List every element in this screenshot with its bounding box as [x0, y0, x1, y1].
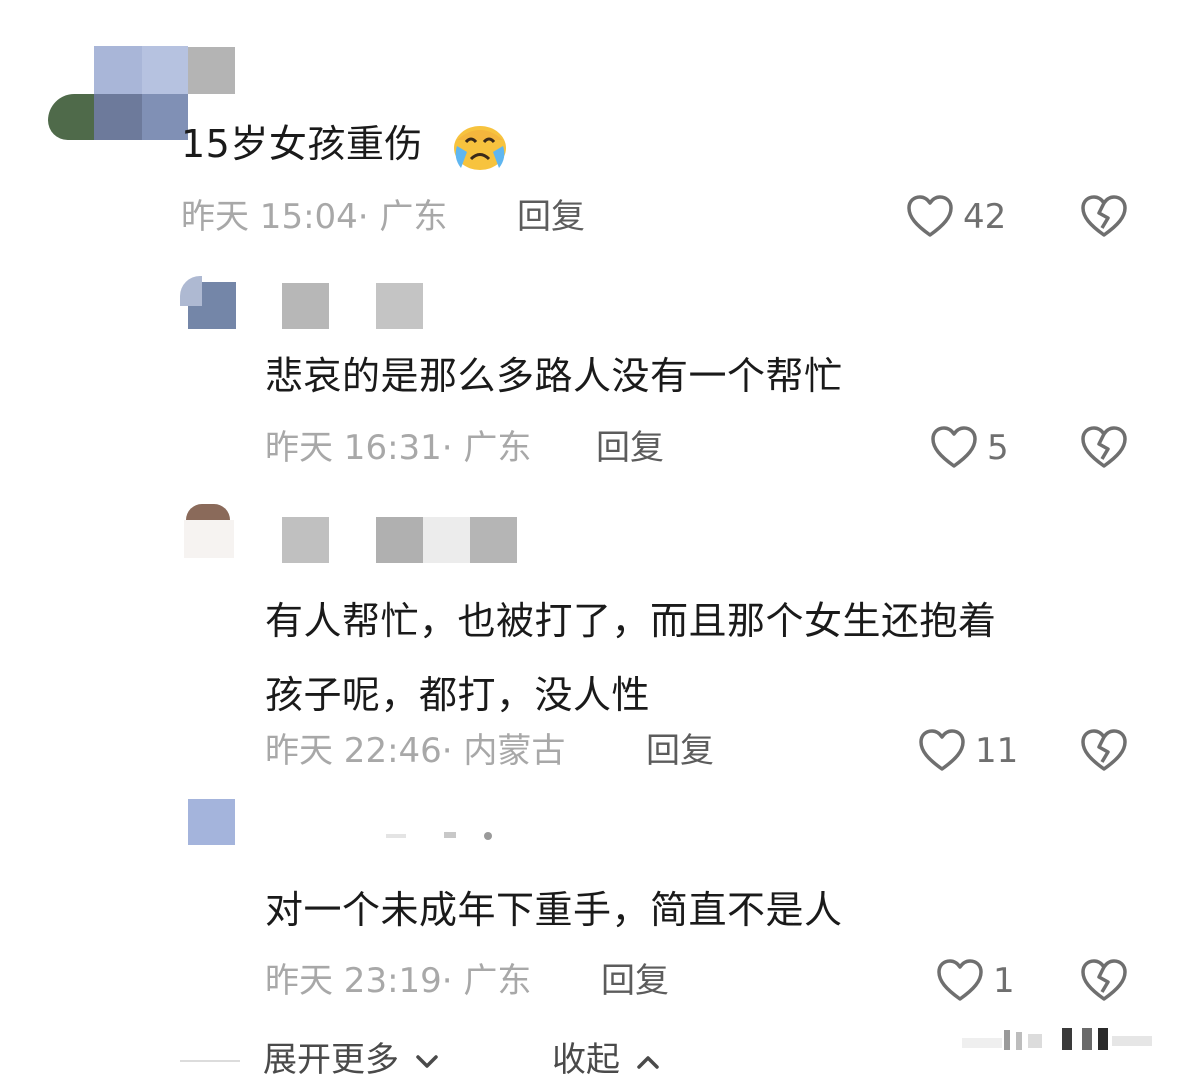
- comment-line: 孩子呢，都打，没人性: [265, 673, 651, 717]
- like-heart-icon[interactable]: [930, 425, 978, 469]
- comment-location: 内蒙古: [463, 731, 566, 771]
- like-heart-icon[interactable]: [918, 728, 966, 772]
- chevron-up-icon: [635, 1053, 661, 1071]
- comment-location: 广东: [463, 428, 532, 468]
- comment-meta: 昨天 23:19· 广东: [265, 961, 531, 1001]
- username-redacted[interactable]: [188, 47, 235, 94]
- comment-time: 昨天 23:19·: [265, 961, 453, 1001]
- like-count: 5: [987, 428, 1009, 468]
- username-redacted[interactable]: [282, 283, 329, 329]
- comment-time: 昨天 15:04·: [181, 197, 369, 237]
- comment-meta: 昨天 15:04· 广东: [181, 197, 447, 237]
- comment-body: 15岁女孩重伤: [181, 122, 423, 166]
- divider-line: [180, 1060, 240, 1062]
- username-redacted[interactable]: [376, 517, 423, 563]
- comment-line: 有人帮忙，也被打了，而且那个女生还抱着: [265, 599, 997, 643]
- dislike-broken-heart-icon[interactable]: [1080, 958, 1128, 1002]
- reply-button[interactable]: 回复: [601, 961, 669, 1001]
- reply-button[interactable]: 回复: [596, 428, 664, 468]
- reply-button[interactable]: 回复: [646, 731, 714, 771]
- avatar[interactable]: [184, 500, 236, 562]
- comment-text: 15岁女孩重伤: [181, 122, 423, 166]
- username-redacted[interactable]: [470, 517, 517, 563]
- chevron-down-icon: [414, 1053, 440, 1071]
- expand-more-label: 展开更多: [263, 1040, 399, 1080]
- avatar[interactable]: [188, 799, 235, 845]
- comment-location: 广东: [463, 961, 532, 1001]
- collapse-label: 收起: [552, 1040, 620, 1080]
- reply-button[interactable]: 回复: [517, 197, 585, 237]
- comment-meta: 昨天 22:46· 内蒙古: [265, 731, 565, 771]
- comment-meta: 昨天 16:31· 广东: [265, 428, 531, 468]
- dislike-broken-heart-icon[interactable]: [1080, 194, 1128, 238]
- expand-more-button[interactable]: 展开更多: [263, 1040, 440, 1080]
- dislike-broken-heart-icon[interactable]: [1080, 425, 1128, 469]
- like-count: 1: [993, 961, 1015, 1001]
- comment-location: 广东: [379, 197, 448, 237]
- comment-time: 昨天 16:31·: [265, 428, 453, 468]
- like-count: 11: [975, 731, 1019, 771]
- username-redacted[interactable]: [282, 517, 329, 563]
- comment-text: 对一个未成年下重手，简直不是人: [265, 888, 843, 932]
- username-redacted[interactable]: [378, 830, 494, 844]
- avatar[interactable]: [180, 276, 236, 330]
- collapse-button[interactable]: 收起: [552, 1040, 661, 1080]
- like-count: 42: [963, 197, 1007, 237]
- avatar[interactable]: [48, 46, 188, 156]
- crying-face-emoji-icon: [451, 122, 509, 172]
- like-heart-icon[interactable]: [906, 194, 954, 238]
- username-redacted[interactable]: [376, 283, 423, 329]
- like-heart-icon[interactable]: [936, 958, 984, 1002]
- dislike-broken-heart-icon[interactable]: [1080, 728, 1128, 772]
- comment-text: 悲哀的是那么多路人没有一个帮忙: [265, 354, 843, 398]
- watermark: [962, 1026, 1162, 1054]
- username-redacted[interactable]: [423, 517, 470, 563]
- comment-text: 有人帮忙，也被打了，而且那个女生还抱着 孩子呢，都打，没人性: [265, 584, 997, 732]
- comment-time: 昨天 22:46·: [265, 731, 453, 771]
